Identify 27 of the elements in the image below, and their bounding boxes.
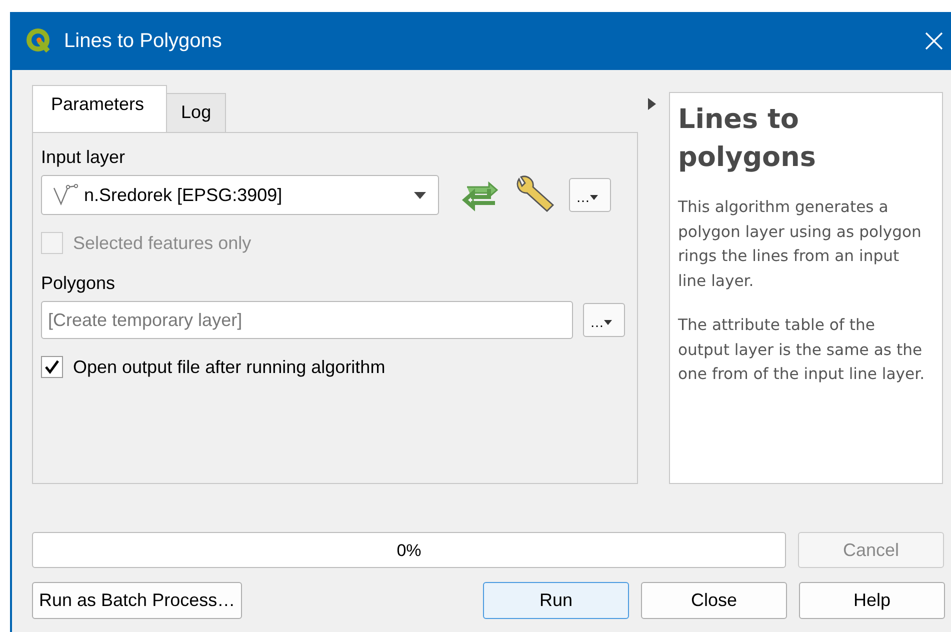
expand-arrow-icon[interactable] — [648, 98, 656, 110]
dialog-button[interactable]: Run — [483, 582, 629, 619]
app-logo-icon — [26, 28, 52, 54]
caret-icon — [590, 194, 598, 200]
checkbox-label: Selected features only — [73, 232, 252, 254]
close-icon[interactable] — [925, 32, 943, 50]
dialog-button[interactable]: Run as Batch Process… — [32, 582, 242, 619]
layer-dropdown[interactable]: n.Sredorek [EPSG:3909] — [41, 175, 439, 215]
field-label: Polygons — [41, 273, 116, 295]
dialog-button[interactable]: Help — [799, 582, 945, 619]
caret-icon — [604, 320, 612, 324]
browse-button[interactable]: … — [569, 178, 611, 212]
tab[interactable]: Parameters — [32, 85, 168, 132]
checkbox[interactable] — [41, 356, 63, 378]
progress-reading: 0% — [396, 541, 422, 561]
tab[interactable]: Log — [166, 93, 226, 132]
help-title: Lines to polygons — [678, 103, 817, 175]
dropdown-arrow-icon[interactable] — [414, 192, 426, 198]
field-label: Input layer — [41, 147, 126, 169]
dialog-button[interactable]: Close — [641, 582, 787, 619]
browse-button[interactable]: … — [583, 303, 625, 337]
checkbox-label: Open output file after running algorithm — [73, 356, 386, 378]
output-field[interactable]: [Create temporary layer] — [41, 301, 573, 339]
line-layer-icon — [52, 184, 78, 206]
window-title: Lines to Polygons — [64, 30, 222, 52]
help-text: The attribute table of the output layer is the same as the one from of the input line layer. — [678, 315, 926, 385]
help-text: This algorithm generates a polygon layer using as polygon rings the lines from an input line layer. — [678, 197, 922, 292]
